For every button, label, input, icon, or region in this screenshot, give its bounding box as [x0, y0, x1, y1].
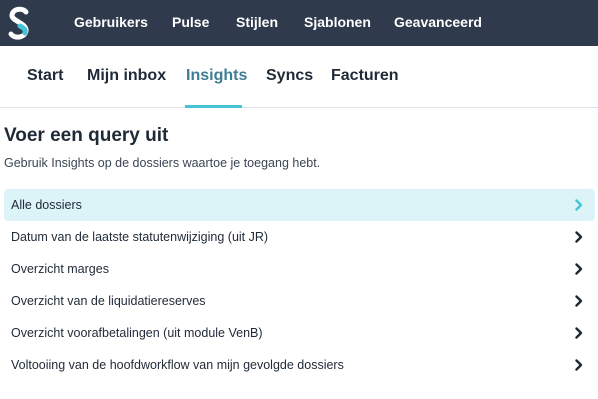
topnav-geavanceerd[interactable]: Geavanceerd — [394, 14, 482, 30]
topnav-gebruikers[interactable]: Gebruikers — [74, 14, 148, 30]
topnav-pulse[interactable]: Pulse — [172, 14, 209, 30]
query-item-statutenwijziging[interactable]: Datum van de laatste statutenwijziging (… — [4, 221, 595, 253]
tab-insights[interactable]: Insights — [186, 67, 247, 85]
query-label: Overzicht voorafbetalingen (uit module V… — [11, 326, 263, 340]
chevron-right-icon — [575, 327, 583, 339]
query-label: Overzicht marges — [11, 262, 109, 276]
tab-facturen[interactable]: Facturen — [331, 67, 399, 85]
tab-start[interactable]: Start — [27, 67, 63, 85]
chevron-right-icon — [575, 199, 583, 211]
chevron-right-icon — [575, 295, 583, 307]
query-item-voorafbetalingen[interactable]: Overzicht voorafbetalingen (uit module V… — [4, 317, 595, 349]
query-label: Alle dossiers — [11, 198, 82, 212]
chevron-right-icon — [575, 263, 583, 275]
topnav-stijlen[interactable]: Stijlen — [236, 14, 278, 30]
page-title: Voer een query uit — [4, 125, 169, 146]
s-logo-icon[interactable] — [6, 4, 32, 42]
tab-bar: Start Mijn inbox Insights Syncs Facturen — [0, 46, 598, 108]
chevron-right-icon — [575, 231, 583, 243]
tab-mijn-inbox[interactable]: Mijn inbox — [87, 67, 166, 85]
query-item-liquidatiereserves[interactable]: Overzicht van de liquidatiereserves — [4, 285, 595, 317]
chevron-right-icon — [575, 359, 583, 371]
page-subtitle: Gebruik Insights op de dossiers waartoe … — [4, 156, 321, 170]
query-label: Datum van de laatste statutenwijziging (… — [11, 230, 269, 244]
topnav-sjablonen[interactable]: Sjablonen — [304, 14, 371, 30]
top-navbar: Gebruikers Pulse Stijlen Sjablonen Geava… — [0, 0, 598, 46]
query-item-overzicht-marges[interactable]: Overzicht marges — [4, 253, 595, 285]
tab-syncs[interactable]: Syncs — [266, 67, 313, 85]
active-tab-indicator — [185, 105, 242, 108]
query-list: Alle dossiers Datum van de laatste statu… — [4, 189, 595, 381]
query-item-alle-dossiers[interactable]: Alle dossiers — [4, 189, 595, 221]
query-label: Overzicht van de liquidatiereserves — [11, 294, 206, 308]
query-item-hoofdworkflow[interactable]: Voltooiing van de hoofdworkflow van mijn… — [4, 349, 595, 381]
query-label: Voltooiing van de hoofdworkflow van mijn… — [11, 358, 344, 372]
